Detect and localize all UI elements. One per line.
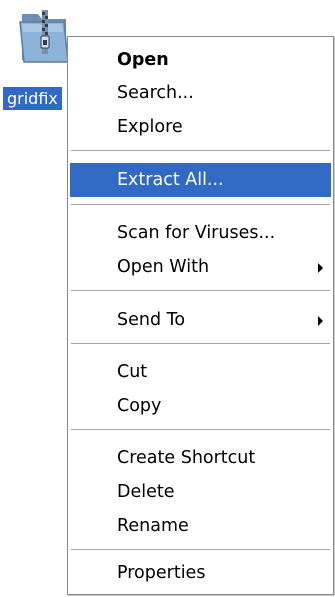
- desktop-icon-gridfix[interactable]: gridfix: [0, 0, 72, 118]
- menu-item-label: Properties: [117, 563, 206, 583]
- context-menu: Open Search... Explore Extract All... Sc…: [67, 36, 334, 595]
- menu-item-open[interactable]: Open: [70, 43, 331, 77]
- menu-item-label: Copy: [117, 396, 162, 416]
- menu-separator: [71, 150, 330, 151]
- menu-item-create-shortcut[interactable]: Create Shortcut: [70, 441, 331, 475]
- menu-separator: [71, 549, 330, 550]
- menu-item-label: Send To: [117, 310, 186, 330]
- desktop: gridfix Open Search... Explore Extract A…: [0, 0, 335, 597]
- menu-item-explore[interactable]: Explore: [70, 110, 331, 144]
- menu-item-label: Create Shortcut: [117, 448, 256, 468]
- menu-separator: [71, 204, 330, 205]
- submenu-arrow-icon: [318, 263, 323, 273]
- menu-item-delete[interactable]: Delete: [70, 475, 331, 509]
- menu-item-copy[interactable]: Copy: [70, 389, 331, 423]
- menu-separator: [71, 290, 330, 291]
- menu-item-label: Scan for Viruses...: [117, 223, 276, 243]
- menu-separator: [71, 429, 330, 430]
- menu-item-properties[interactable]: Properties: [70, 556, 331, 590]
- zip-folder-icon: [19, 10, 69, 63]
- menu-item-rename[interactable]: Rename: [70, 509, 331, 543]
- desktop-icon-label: gridfix: [3, 87, 62, 110]
- menu-item-label: Search...: [117, 83, 194, 103]
- menu-separator: [71, 343, 330, 344]
- submenu-arrow-icon: [318, 316, 323, 326]
- menu-item-label: Explore: [117, 117, 183, 137]
- menu-item-label: Extract All...: [117, 170, 224, 190]
- menu-item-extract-all[interactable]: Extract All...: [70, 163, 331, 197]
- menu-item-label: Cut: [117, 362, 148, 382]
- menu-item-label: Delete: [117, 482, 175, 502]
- menu-item-cut[interactable]: Cut: [70, 355, 331, 389]
- menu-item-scan-for-viruses[interactable]: Scan for Viruses...: [70, 216, 331, 250]
- menu-item-label: Open With: [117, 257, 210, 277]
- menu-item-send-to[interactable]: Send To: [70, 303, 331, 337]
- menu-item-label: Rename: [117, 516, 189, 536]
- menu-item-label: Open: [117, 50, 169, 70]
- menu-item-open-with[interactable]: Open With: [70, 250, 331, 284]
- menu-item-search[interactable]: Search...: [70, 76, 331, 110]
